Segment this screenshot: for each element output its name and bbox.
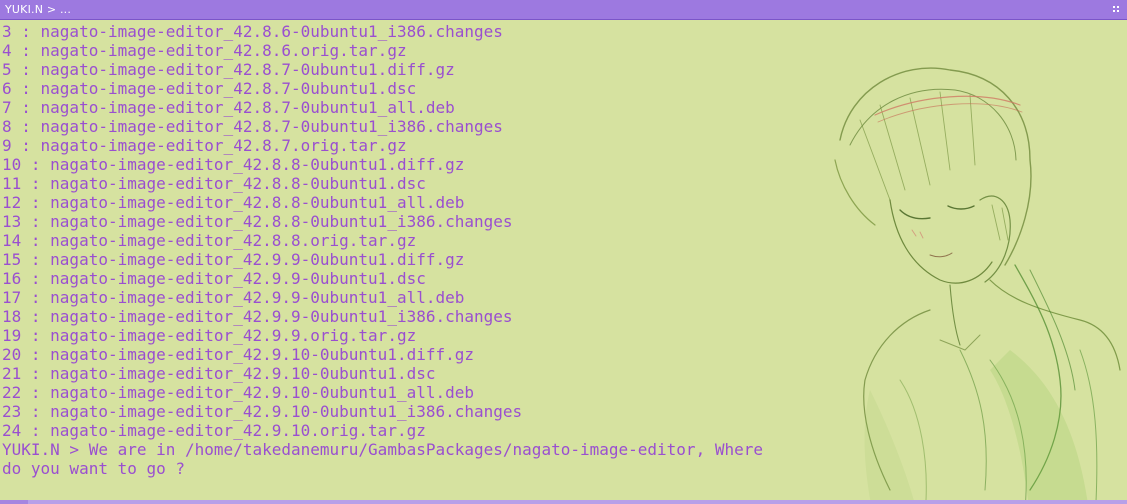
output-line: 14 : nagato-image-editor_42.8.8.orig.tar… bbox=[2, 231, 417, 250]
sketch-character-illustration bbox=[834, 67, 1121, 500]
terminal-area[interactable]: 3 : nagato-image-editor_42.8.6-0ubuntu1_… bbox=[0, 20, 1127, 500]
output-line: 5 : nagato-image-editor_42.8.7-0ubuntu1.… bbox=[2, 60, 455, 79]
output-line: 19 : nagato-image-editor_42.9.9.orig.tar… bbox=[2, 326, 417, 345]
output-line: 22 : nagato-image-editor_42.9.10-0ubuntu… bbox=[2, 383, 475, 402]
output-line: 23 : nagato-image-editor_42.9.10-0ubuntu… bbox=[2, 402, 523, 421]
output-line: 4 : nagato-image-editor_42.8.6.orig.tar.… bbox=[2, 41, 407, 60]
output-line: 7 : nagato-image-editor_42.8.7-0ubuntu1_… bbox=[2, 98, 455, 117]
command-prompt[interactable]: YUKI.N > We are in /home/takedanemuru/Ga… bbox=[2, 440, 802, 478]
output-line: 13 : nagato-image-editor_42.8.8-0ubuntu1… bbox=[2, 212, 513, 231]
output-line: 20 : nagato-image-editor_42.9.10-0ubuntu… bbox=[2, 345, 475, 364]
title-bar[interactable]: YUKI.N > ... bbox=[0, 0, 1127, 20]
output-line: 9 : nagato-image-editor_42.8.7.orig.tar.… bbox=[2, 136, 407, 155]
output-line: 18 : nagato-image-editor_42.9.9-0ubuntu1… bbox=[2, 307, 513, 326]
output-line: 12 : nagato-image-editor_42.8.8-0ubuntu1… bbox=[2, 193, 465, 212]
output-line: 11 : nagato-image-editor_42.8.8-0ubuntu1… bbox=[2, 174, 426, 193]
output-line: 3 : nagato-image-editor_42.8.6-0ubuntu1_… bbox=[2, 22, 503, 41]
grip-dots-icon[interactable] bbox=[1113, 6, 1119, 14]
output-line: 6 : nagato-image-editor_42.8.7-0ubuntu1.… bbox=[2, 79, 417, 98]
output-line: 15 : nagato-image-editor_42.9.9-0ubuntu1… bbox=[2, 250, 465, 269]
window-title: YUKI.N > ... bbox=[5, 3, 72, 16]
output-line: 10 : nagato-image-editor_42.8.8-0ubuntu1… bbox=[2, 155, 465, 174]
output-line: 8 : nagato-image-editor_42.8.7-0ubuntu1_… bbox=[2, 117, 503, 136]
output-line: 21 : nagato-image-editor_42.9.10-0ubuntu… bbox=[2, 364, 436, 383]
output-line: 17 : nagato-image-editor_42.9.9-0ubuntu1… bbox=[2, 288, 465, 307]
bottom-border bbox=[0, 500, 1127, 504]
output-line: 16 : nagato-image-editor_42.9.9-0ubuntu1… bbox=[2, 269, 426, 288]
output-line: 24 : nagato-image-editor_42.9.10.orig.ta… bbox=[2, 421, 426, 440]
terminal-output: 3 : nagato-image-editor_42.8.6-0ubuntu1_… bbox=[2, 22, 522, 440]
